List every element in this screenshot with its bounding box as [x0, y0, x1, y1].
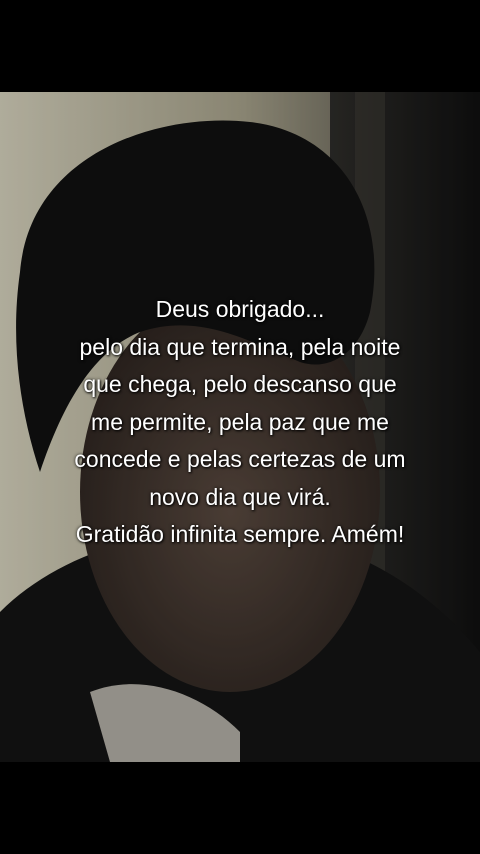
caption-line: pelo dia que termina, pela noite: [79, 333, 401, 360]
caption-line: que chega, pelo descanso que: [83, 371, 397, 397]
caption-line: me permite, pela paz que me: [91, 408, 389, 435]
caption-line: novo dia que virá.: [149, 483, 331, 510]
caption-text: Deus obrigado... pelo dia que termina, p…: [0, 291, 480, 554]
caption-line: Gratidão infinita sempre. Amém!: [75, 521, 405, 547]
video-still: Deus obrigado... pelo dia que termina, p…: [0, 92, 480, 762]
caption-line: Deus obrigado...: [155, 296, 325, 322]
caption-line: concede e pelas certezas de um: [74, 446, 406, 472]
video-frame: Deus obrigado... pelo dia que termina, p…: [0, 0, 480, 854]
